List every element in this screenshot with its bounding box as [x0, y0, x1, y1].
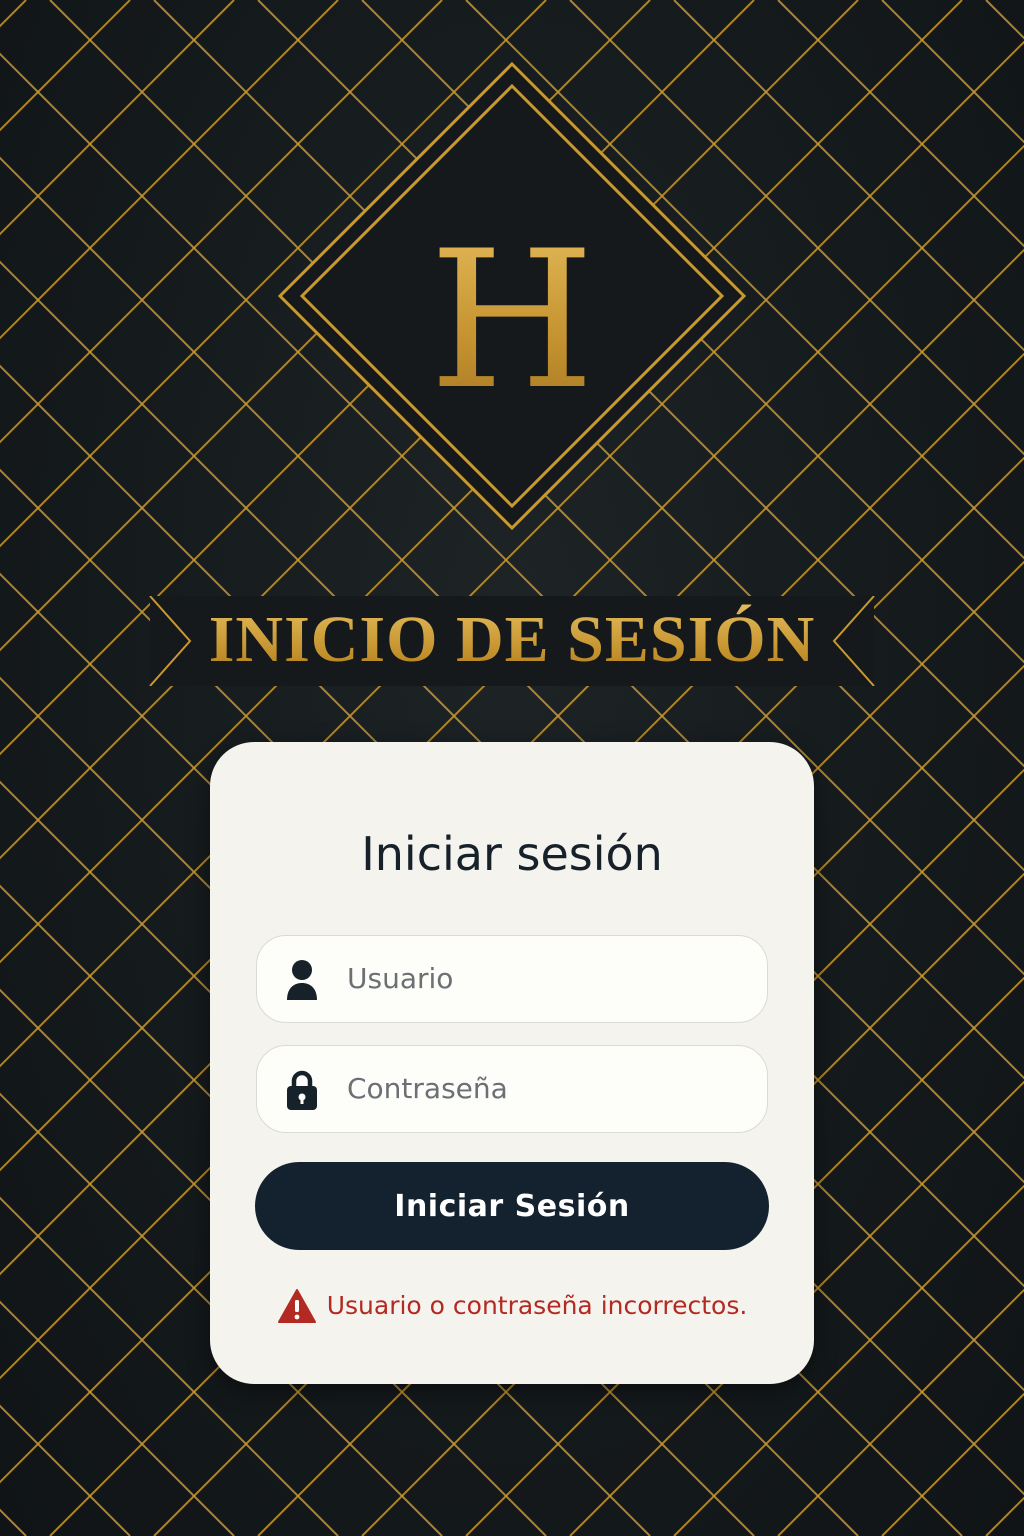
error-message: Usuario o contraseña incorrectos.: [0, 1288, 1024, 1328]
logo-letter: H: [272, 226, 752, 416]
username-field[interactable]: [256, 935, 768, 1023]
brand-logo: H: [272, 56, 752, 536]
username-input[interactable]: [347, 936, 747, 1020]
warning-icon: [277, 1289, 316, 1323]
password-input[interactable]: [347, 1046, 747, 1130]
password-field[interactable]: [256, 1045, 768, 1133]
user-icon: [287, 960, 317, 1000]
error-text: Usuario o contraseña incorrectos.: [326, 1291, 748, 1320]
page-title: INICIO DE SESIÓN: [0, 604, 1024, 676]
login-screen: H INICIO DE SESIÓN Iniciar sesión Inicia…: [0, 0, 1024, 1536]
login-card-title: Iniciar sesión: [361, 827, 663, 881]
login-button[interactable]: Iniciar Sesión: [255, 1162, 769, 1250]
lock-icon: [287, 1070, 317, 1110]
